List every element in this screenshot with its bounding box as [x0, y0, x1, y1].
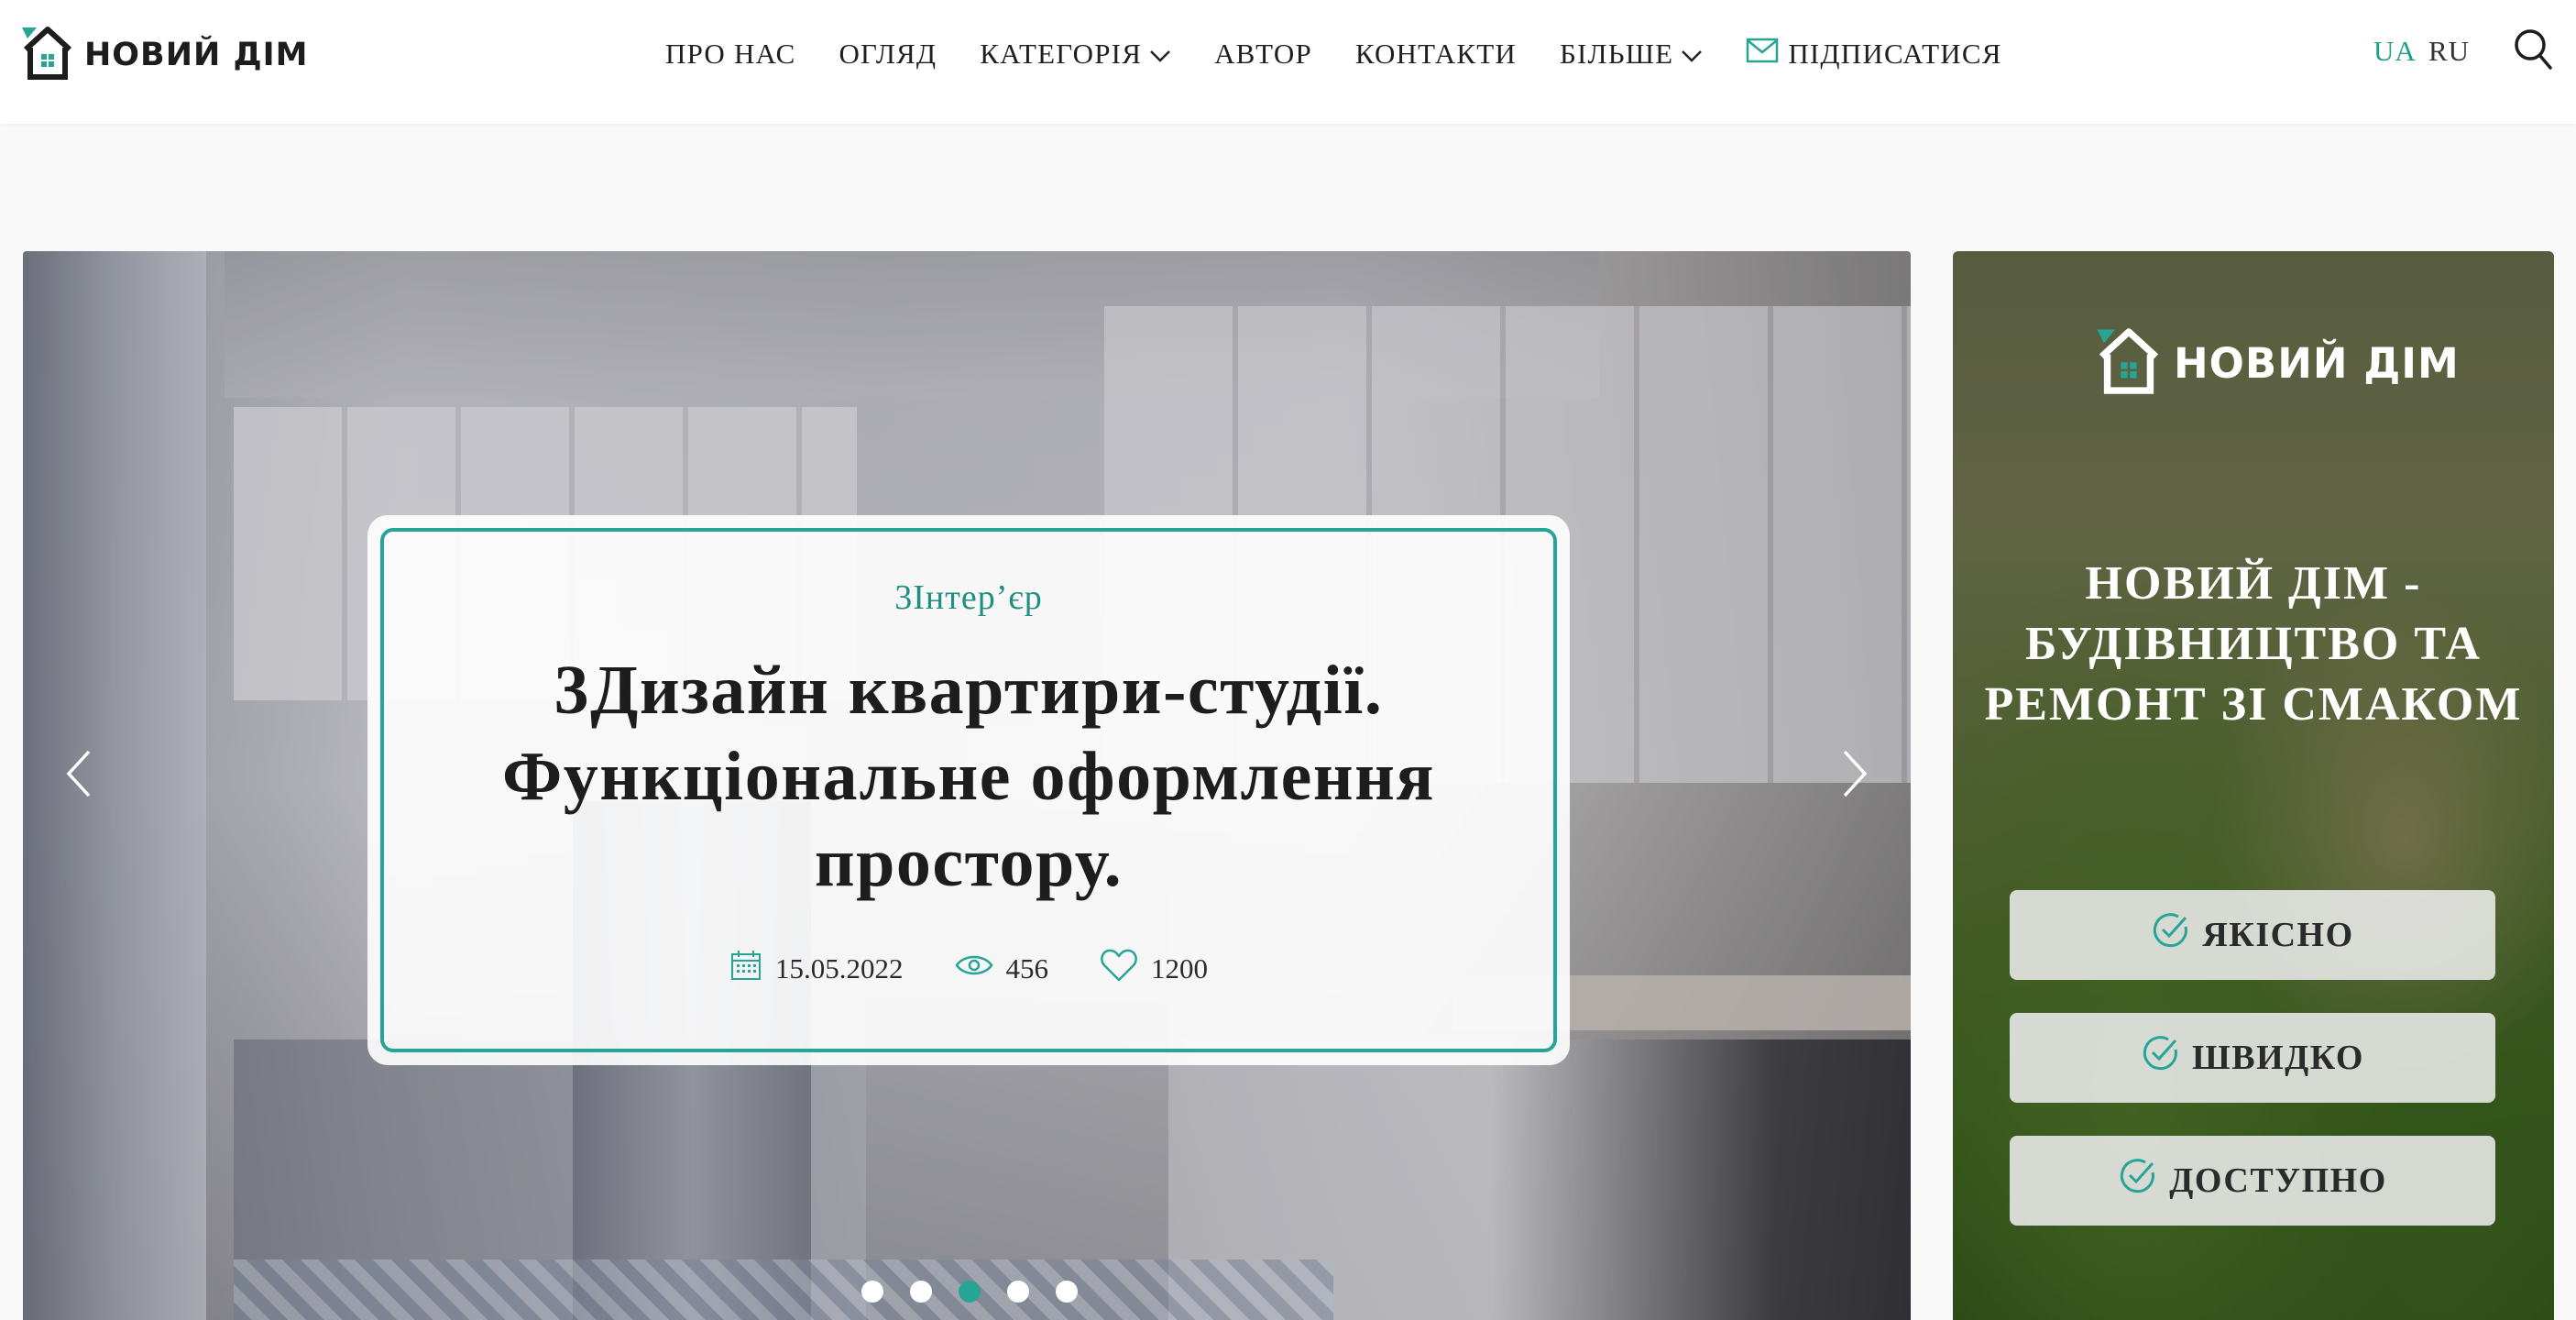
lang-ru[interactable]: RU [2428, 35, 2470, 68]
slide-title-line: Функціональне оформлення [501, 738, 1436, 815]
meta-likes-value: 1200 [1151, 952, 1208, 984]
slide-title-line: 3Дизайн квартири-студії. [554, 652, 1384, 729]
check-circle-icon [2151, 910, 2202, 960]
chevron-down-icon [1681, 38, 1703, 71]
meta-views: 456 [954, 952, 1049, 985]
promo-title: НОВИЙ ДІМ - БУДІВНИЦТВО ТА РЕМОНТ ЗІ СМА… [1971, 554, 2536, 735]
hero-slider: 3Інтер’єр 3Дизайн квартири-студії. Функц… [23, 251, 1911, 1320]
arrow-left-icon[interactable] [60, 746, 96, 801]
promo-button-affordable[interactable]: ДОСТУПНО [2010, 1136, 2495, 1226]
promo-button-label: ДОСТУПНО [2169, 1161, 2387, 1200]
slide-meta: 15.05.2022 456 1200 [384, 948, 1553, 990]
promo-logo: НОВИЙ ДІМ [2095, 324, 2460, 402]
calendar-icon [729, 949, 775, 989]
nav-item-review[interactable]: ОГЛЯД [839, 38, 937, 71]
nav-label: ОГЛЯД [839, 38, 937, 70]
promo-button-label: ЯКІСНО [2202, 916, 2354, 954]
check-circle-icon [2141, 1033, 2192, 1083]
slider-dot[interactable] [910, 1281, 932, 1303]
logo-text: НОВИЙ ДІМ [84, 37, 309, 73]
nav-item-about[interactable]: ПРО НАС [665, 38, 795, 71]
nav-label: БІЛЬШЕ [1559, 38, 1674, 70]
nav-label: АВТОР [1214, 38, 1312, 70]
site-logo[interactable]: НОВИЙ ДІМ [20, 26, 309, 84]
meta-likes[interactable]: 1200 [1100, 948, 1208, 990]
slider-dot[interactable] [1056, 1281, 1078, 1303]
promo-title-line: НОВИЙ ДІМ - [2085, 557, 2422, 610]
meta-date: 15.05.2022 [729, 949, 904, 989]
slide-title[interactable]: 3Дизайн квартири-студії. Функціональне о… [421, 647, 1517, 906]
main-nav: ПРО НАС ОГЛЯД КАТЕГОРІЯ АВТОР КОНТАКТИ Б… [665, 0, 2045, 108]
promo-button-quality[interactable]: ЯКІСНО [2010, 890, 2495, 980]
nav-label: ПРО НАС [665, 38, 796, 70]
promo-button-label: ШВИДКО [2192, 1039, 2364, 1077]
slide-title-line: простору. [814, 824, 1124, 901]
slider-pagination [861, 1281, 1104, 1303]
slide-card[interactable]: 3Інтер’єр 3Дизайн квартири-студії. Функц… [367, 515, 1570, 1065]
slider-dot-active[interactable] [959, 1281, 981, 1303]
slide-category[interactable]: 3Інтер’єр [384, 578, 1553, 618]
nav-label: КАТЕГОРІЯ [980, 38, 1143, 70]
mail-icon [1746, 38, 1788, 71]
slider-dot[interactable] [861, 1281, 883, 1303]
check-circle-icon [2118, 1156, 2169, 1205]
chevron-down-icon [1149, 38, 1171, 71]
nav-label: КОНТАКТИ [1354, 38, 1517, 70]
promo-button-fast[interactable]: ШВИДКО [2010, 1013, 2495, 1103]
promo-banner: НОВИЙ ДІМ НОВИЙ ДІМ - БУДІВНИЦТВО ТА РЕМ… [1953, 251, 2554, 1320]
slide-card-border: 3Інтер’єр 3Дизайн квартири-студії. Функц… [380, 528, 1557, 1052]
house-logo-icon [20, 24, 75, 87]
nav-item-category[interactable]: КАТЕГОРІЯ [980, 38, 1171, 71]
site-header: НОВИЙ ДІМ ПРО НАС ОГЛЯД КАТЕГОРІЯ АВТОР … [0, 0, 2576, 124]
slider-dot[interactable] [1007, 1281, 1029, 1303]
meta-views-value: 456 [1005, 952, 1049, 984]
nav-item-contacts[interactable]: КОНТАКТИ [1355, 38, 1517, 71]
subscribe-link[interactable]: ПІДПИСАТИСЯ [1746, 38, 2001, 71]
heart-icon [1100, 948, 1151, 990]
nav-item-author[interactable]: АВТОР [1214, 38, 1312, 71]
promo-title-line: БУДІВНИЦТВО ТА [2025, 618, 2482, 670]
meta-date-value: 15.05.2022 [775, 952, 904, 984]
nav-item-more[interactable]: БІЛЬШЕ [1560, 38, 1703, 71]
subscribe-label: ПІДПИСАТИСЯ [1788, 38, 2002, 70]
lang-ua[interactable]: UA [2373, 35, 2417, 68]
eye-icon [954, 952, 1006, 985]
search-icon[interactable] [2513, 28, 2553, 72]
house-logo-icon [2095, 324, 2163, 402]
arrow-right-icon[interactable] [1837, 746, 1874, 801]
promo-title-line: РЕМОНТ ЗІ СМАКОМ [1984, 678, 2523, 731]
promo-logo-text: НОВИЙ ДІМ [2174, 339, 2460, 388]
